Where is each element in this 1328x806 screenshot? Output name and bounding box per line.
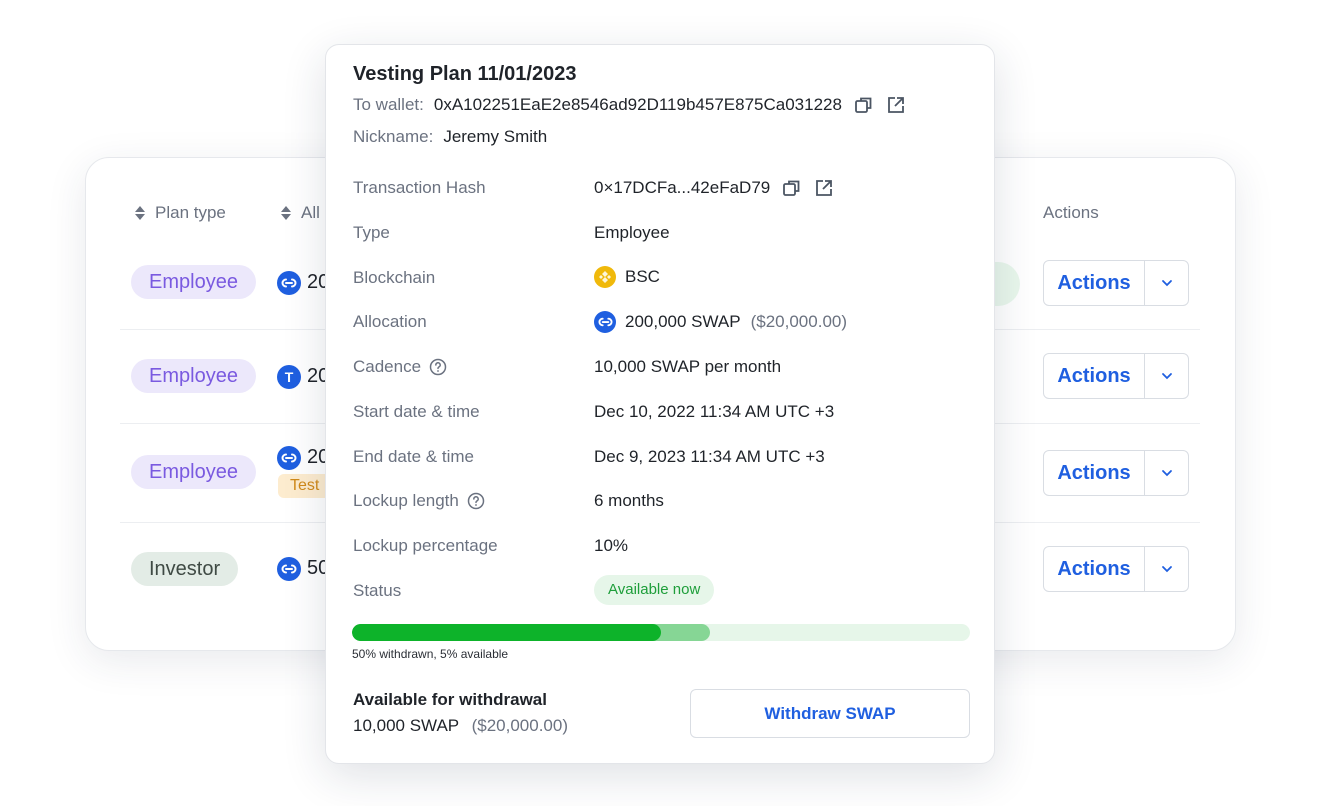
allocation-row: 200,000 SWAP ($20,000.00) <box>594 311 847 333</box>
sort-icon <box>281 206 291 220</box>
type-value: Employee <box>594 223 670 242</box>
progress-caption: 50% withdrawn, 5% available <box>352 647 509 661</box>
type-label: Type <box>353 223 390 242</box>
blockchain-value: BSC <box>625 267 660 286</box>
actions-dropdown-toggle[interactable] <box>1145 354 1188 398</box>
blockchain-label: Blockchain <box>353 268 436 287</box>
lockup-length-label-row: Lockup length <box>353 491 485 511</box>
available-amount-row: 10,000 SWAP ($20,000.00) <box>353 716 568 736</box>
column-header-label: Plan type <box>155 203 226 222</box>
row-actions-group: Actions <box>1043 450 1189 496</box>
actions-button[interactable]: Actions <box>1044 261 1145 305</box>
start-date-label: Start date & time <box>353 402 480 421</box>
lockup-percentage-label: Lockup percentage <box>353 536 498 555</box>
nickname-row: Nickname: Jeremy Smith <box>353 127 547 147</box>
swap-icon <box>594 311 616 333</box>
cadence-value: 10,000 SWAP per month <box>594 357 782 376</box>
to-wallet-label: To wallet: <box>353 95 424 114</box>
available-amount: 10,000 SWAP <box>353 716 459 735</box>
lockup-length-value: 6 months <box>594 491 664 510</box>
actions-button[interactable]: Actions <box>1044 354 1145 398</box>
swap-icon <box>277 271 301 295</box>
progress-withdrawn-segment <box>352 624 661 641</box>
copy-icon[interactable] <box>854 95 874 115</box>
lockup-length-label: Lockup length <box>353 491 459 510</box>
row-actions-group: Actions <box>1043 546 1189 592</box>
actions-dropdown-toggle[interactable] <box>1145 261 1188 305</box>
cadence-label-row: Cadence <box>353 357 447 377</box>
column-header-plan-type[interactable]: Plan type <box>134 203 226 223</box>
row-actions-group: Actions <box>1043 353 1189 399</box>
panel-title: Vesting Plan 11/01/2023 <box>353 63 577 85</box>
column-header-label: All <box>301 203 320 222</box>
vesting-progress-bar <box>352 624 970 641</box>
column-header-actions: Actions <box>1043 203 1099 223</box>
lockup-percentage-value: 10% <box>594 536 629 555</box>
wallet-address: 0xA102251EaE2e8546ad92D119b457E875Ca0312… <box>433 95 842 114</box>
blockchain-row: BSC <box>594 266 660 288</box>
cadence-label: Cadence <box>353 357 422 376</box>
chevron-down-icon <box>1161 470 1172 477</box>
status-label: Status <box>353 581 402 600</box>
external-link-icon[interactable] <box>814 178 834 198</box>
plan-type-badge: Employee <box>131 455 256 489</box>
column-header-allocation[interactable]: All <box>280 203 320 223</box>
help-icon[interactable] <box>467 492 485 510</box>
end-date-value: Dec 9, 2023 11:34 AM UTC +3 <box>594 447 825 466</box>
actions-button[interactable]: Actions <box>1044 451 1145 495</box>
actions-dropdown-toggle[interactable] <box>1145 451 1188 495</box>
to-wallet-row: To wallet: 0xA102251EaE2e8546ad92D119b45… <box>353 95 906 115</box>
chevron-down-icon <box>1161 373 1172 380</box>
plan-type-badge: Investor <box>131 552 239 586</box>
allocation-label: Allocation <box>353 312 427 331</box>
bnb-icon <box>594 266 616 288</box>
copy-icon[interactable] <box>782 178 802 198</box>
start-date-value: Dec 10, 2022 11:34 AM UTC +3 <box>594 402 835 421</box>
vesting-plan-detail-panel: Vesting Plan 11/01/2023 To wallet: 0xA10… <box>325 44 995 764</box>
column-header-label: Actions <box>1043 203 1099 222</box>
swap-icon <box>277 557 301 581</box>
available-title: Available for withdrawal <box>353 690 547 709</box>
actions-button[interactable]: Actions <box>1044 547 1145 591</box>
sort-icon <box>135 206 145 220</box>
tx-hash-label: Transaction Hash <box>353 178 486 197</box>
external-link-icon[interactable] <box>886 95 906 115</box>
allocation-value: 200,000 SWAP <box>625 312 741 331</box>
available-usd: ($20,000.00) <box>471 716 568 735</box>
end-date-label: End date & time <box>353 447 474 466</box>
plan-type-badge: Employee <box>131 359 256 393</box>
swap-icon <box>277 446 301 470</box>
help-icon[interactable] <box>429 358 447 376</box>
tx-hash-row: 0×17DCFa...42eFaD79 <box>594 178 834 198</box>
plan-type-badge: Employee <box>131 265 256 299</box>
tx-hash-value: 0×17DCFa...42eFaD79 <box>594 178 771 197</box>
chevron-down-icon <box>1161 566 1172 573</box>
nickname-label: Nickname: <box>353 127 434 146</box>
allocation-usd: ($20,000.00) <box>750 312 848 331</box>
actions-dropdown-toggle[interactable] <box>1145 547 1188 591</box>
test-badge: Test <box>278 474 326 498</box>
status-badge: Available now <box>594 575 715 605</box>
row-actions-group: Actions <box>1043 260 1189 306</box>
withdraw-button[interactable]: Withdraw SWAP <box>690 689 970 738</box>
chevron-down-icon <box>1161 280 1172 287</box>
nickname-value: Jeremy Smith <box>443 127 548 146</box>
tether-icon: T <box>277 365 301 389</box>
